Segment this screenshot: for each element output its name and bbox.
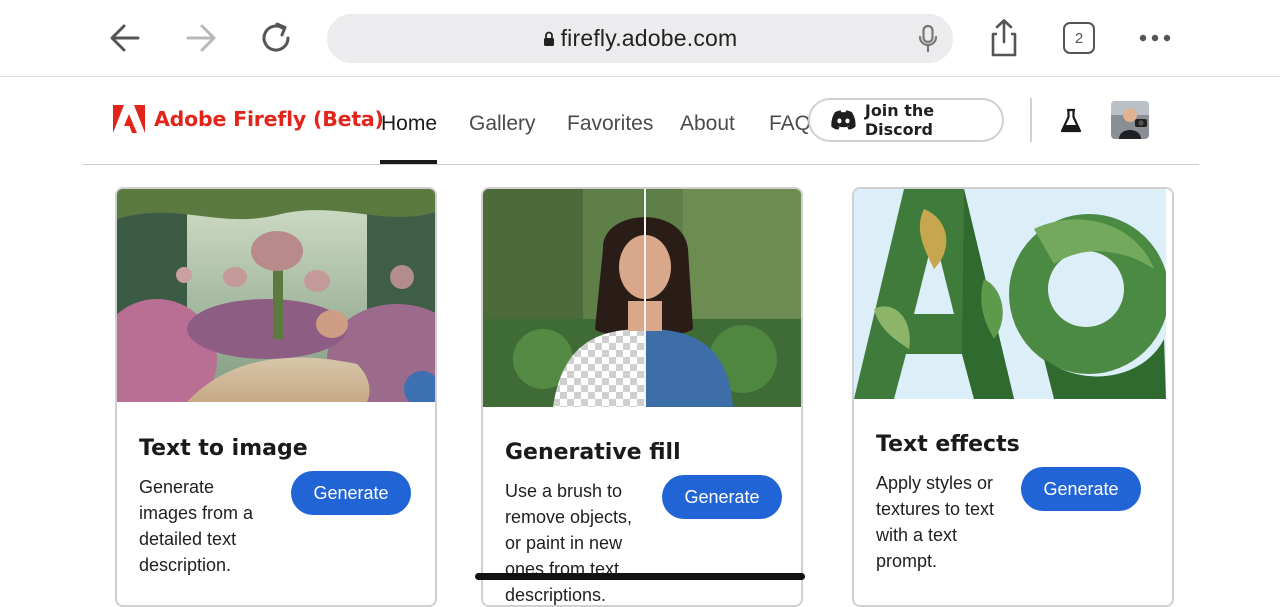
description-line: detailed text <box>139 529 237 549</box>
tabs-icon: 2 <box>1063 22 1095 54</box>
generative-fill-preview <box>483 189 801 407</box>
reload-icon <box>262 22 290 52</box>
address-bar[interactable]: firefly.adobe.com <box>327 14 953 63</box>
description-line: Apply styles or <box>876 473 994 493</box>
card-description: Generate images from a detailed text des… <box>139 474 253 578</box>
description-line: Generate <box>139 477 215 497</box>
share-button[interactable] <box>984 18 1024 58</box>
microphone-icon[interactable] <box>917 24 939 54</box>
flask-icon <box>1060 108 1082 133</box>
share-icon <box>991 19 1017 57</box>
description-line: Use a brush to <box>505 481 623 501</box>
home-indicator <box>475 573 805 580</box>
brand-logo-link[interactable]: Adobe Firefly (Beta) <box>113 105 384 133</box>
discord-label: Join the Discord <box>864 101 935 139</box>
discord-icon <box>831 110 856 130</box>
profile-photo <box>1111 101 1149 139</box>
labs-button[interactable] <box>1060 108 1082 139</box>
card-title: Text to image <box>139 436 308 461</box>
card-generative-fill[interactable]: Generative fill Use a brush to remove ob… <box>481 187 803 607</box>
generate-button[interactable]: Generate <box>1021 467 1141 511</box>
card-title: Text effects <box>876 432 1020 457</box>
description-line: descriptions. <box>505 585 607 605</box>
header-divider <box>1030 98 1032 142</box>
url-text: firefly.adobe.com <box>560 25 738 51</box>
tabs-button[interactable]: 2 <box>1059 18 1099 58</box>
nav-gallery[interactable]: Gallery <box>469 112 536 136</box>
nav-favorites[interactable]: Favorites <box>567 112 653 136</box>
nav-about[interactable]: About <box>680 112 735 136</box>
card-description: Apply styles or textures to text with a … <box>876 470 994 574</box>
reload-button[interactable] <box>256 18 296 58</box>
back-button[interactable] <box>105 18 145 58</box>
nav-home[interactable]: Home <box>381 112 437 136</box>
description-line: images from a <box>139 503 254 523</box>
description-line: with a text <box>876 525 958 545</box>
forward-button[interactable] <box>181 18 221 58</box>
adobe-logo-icon <box>113 105 145 133</box>
description-line: or paint in new <box>505 533 623 553</box>
more-button[interactable] <box>1135 18 1175 58</box>
generate-button[interactable]: Generate <box>662 475 782 519</box>
browser-toolbar: firefly.adobe.com 2 <box>0 0 1280 77</box>
nav-faq[interactable]: FAQ <box>769 112 811 136</box>
text-effects-preview <box>854 189 1172 399</box>
forward-arrow-icon <box>186 24 216 52</box>
description-line: prompt. <box>876 551 938 571</box>
description-line: remove objects, <box>505 507 633 527</box>
more-icon <box>1139 34 1171 42</box>
site-header: Adobe Firefly (Beta) Home Gallery Favori… <box>82 78 1199 165</box>
card-description: Use a brush to remove objects, or paint … <box>505 478 633 605</box>
description-line: textures to text <box>876 499 995 519</box>
tab-count: 2 <box>1074 29 1084 47</box>
brand-name: Adobe Firefly (Beta) <box>154 107 384 131</box>
text-to-image-preview <box>117 189 435 402</box>
user-avatar[interactable] <box>1111 101 1149 139</box>
card-text-effects[interactable]: Text effects Apply styles or textures to… <box>852 187 1174 607</box>
generate-button[interactable]: Generate <box>291 471 411 515</box>
lock-icon <box>543 31 554 46</box>
active-nav-indicator <box>380 160 437 164</box>
back-arrow-icon <box>110 24 140 52</box>
card-text-to-image[interactable]: Text to image Generate images from a det… <box>115 187 437 607</box>
description-line: description. <box>139 555 232 575</box>
card-title: Generative fill <box>505 440 681 465</box>
join-discord-button[interactable]: Join the Discord <box>808 98 1004 142</box>
